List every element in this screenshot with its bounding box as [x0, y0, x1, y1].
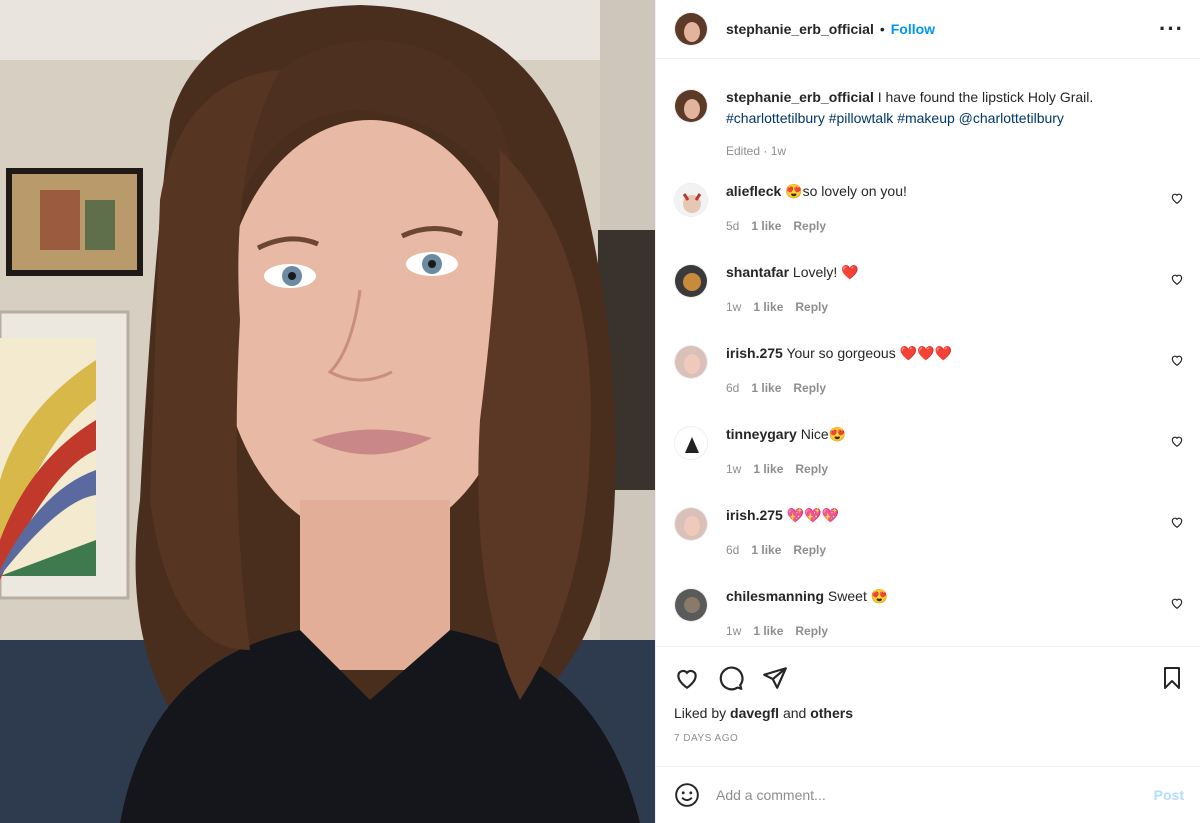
comment-username[interactable]: aliefleck [726, 183, 781, 199]
comment-likes[interactable]: 1 like [751, 540, 781, 561]
caption-username[interactable]: stephanie_erb_official [726, 89, 874, 105]
like-comment-heart-icon[interactable] [1170, 353, 1184, 367]
comment-text: 😍so lovely on you! [785, 183, 907, 199]
liked-by-user[interactable]: davegfl [730, 705, 779, 721]
comment-age: 5d [726, 219, 740, 233]
comment-age: 1w [726, 624, 742, 638]
commenter-avatar[interactable] [674, 588, 708, 622]
comment: chilesmanning Sweet 😍 1w 1 like Reply [674, 586, 1184, 646]
follow-button[interactable]: Follow [891, 21, 935, 37]
comment: irish.275 💖💖💖 6d 1 like Reply [674, 505, 1184, 586]
comment-age: 6d [726, 543, 740, 557]
share-paper-plane-icon[interactable] [762, 665, 788, 691]
caption-text: I have found the lipstick Holy Grail. [877, 89, 1094, 105]
post-header: stephanie_erb_official • Follow ··· [656, 0, 1200, 59]
comment-username[interactable]: shantafar [726, 264, 789, 280]
selfie-photo [0, 0, 655, 823]
reply-button[interactable]: Reply [793, 540, 826, 561]
post-actions: Liked by davegfl and others 7 DAYS AGO [656, 646, 1200, 766]
post-time-ago: 7 DAYS AGO [674, 733, 739, 744]
save-bookmark-icon[interactable] [1160, 665, 1184, 691]
comment-likes[interactable]: 1 like [753, 459, 783, 480]
like-comment-heart-icon[interactable] [1170, 596, 1184, 610]
post-side-panel: stephanie_erb_official • Follow ··· step… [655, 0, 1200, 823]
add-comment-bar: Post [656, 766, 1200, 823]
like-comment-heart-icon[interactable] [1170, 191, 1184, 205]
caption-tags[interactable]: #charlottetilbury #pillowtalk #makeup @c… [726, 108, 1184, 129]
commenter-avatar[interactable] [674, 183, 708, 217]
liked-by-prefix: Liked by [674, 705, 727, 721]
reply-button[interactable]: Reply [795, 297, 828, 318]
author-avatar[interactable] [674, 12, 708, 46]
reply-button[interactable]: Reply [795, 459, 828, 480]
commenter-avatar[interactable] [674, 264, 708, 298]
caption-meta: Edited · 1w [726, 144, 787, 158]
caption: stephanie_erb_official I have found the … [674, 87, 1184, 181]
comment-text: Sweet 😍 [827, 588, 889, 604]
comment-username[interactable]: tinneygary [726, 426, 797, 442]
liked-by-others[interactable]: others [810, 705, 853, 721]
comment-age: 1w [726, 300, 742, 314]
comment-text: 💖💖💖 [786, 507, 840, 523]
like-comment-heart-icon[interactable] [1170, 434, 1184, 448]
like-comment-heart-icon[interactable] [1170, 515, 1184, 529]
comments-list[interactable]: stephanie_erb_official I have found the … [656, 59, 1200, 646]
comment-input[interactable] [716, 787, 1154, 803]
comment-text: Your so gorgeous ❤️❤️❤️ [786, 345, 952, 361]
reply-button[interactable]: Reply [793, 216, 826, 237]
comment-bubble-icon[interactable] [718, 665, 744, 691]
comment-likes[interactable]: 1 like [753, 621, 783, 642]
comment-username[interactable]: irish.275 [726, 507, 783, 523]
comment: tinneygary Nice😍 1w 1 like Reply [674, 424, 1184, 505]
comment-username[interactable]: irish.275 [726, 345, 783, 361]
post-comment-button[interactable]: Post [1154, 787, 1184, 803]
comment-username[interactable]: chilesmanning [726, 588, 824, 604]
liked-by: Liked by davegfl and others [674, 705, 1184, 721]
comment-likes[interactable]: 1 like [751, 378, 781, 399]
comment: shantafar Lovely! ❤️ 1w 1 like Reply [674, 262, 1184, 343]
like-comment-heart-icon[interactable] [1170, 272, 1184, 286]
comment-age: 6d [726, 381, 740, 395]
commenter-avatar[interactable] [674, 345, 708, 379]
commenter-avatar[interactable] [674, 426, 708, 460]
author-avatar[interactable] [674, 89, 708, 123]
liked-by-and: and [782, 705, 807, 721]
reply-button[interactable]: Reply [793, 378, 826, 399]
post-image[interactable] [0, 0, 655, 823]
comment-text: Lovely! ❤️ [792, 264, 859, 280]
comment-likes[interactable]: 1 like [753, 297, 783, 318]
author-username[interactable]: stephanie_erb_official [726, 21, 874, 37]
comment-age: 1w [726, 462, 742, 476]
commenter-avatar[interactable] [674, 507, 708, 541]
comment: aliefleck 😍so lovely on you! 5d 1 like Rep… [674, 181, 1184, 262]
comment: irish.275 Your so gorgeous ❤️❤️❤️ 6d 1 li… [674, 343, 1184, 424]
like-heart-icon[interactable] [674, 665, 700, 691]
comment-likes[interactable]: 1 like [751, 216, 781, 237]
comment-text: Nice😍 [800, 426, 847, 442]
reply-button[interactable]: Reply [795, 621, 828, 642]
emoji-smiley-icon[interactable] [674, 782, 700, 808]
separator-dot: • [879, 21, 885, 37]
more-options-icon[interactable]: ··· [1159, 18, 1184, 40]
